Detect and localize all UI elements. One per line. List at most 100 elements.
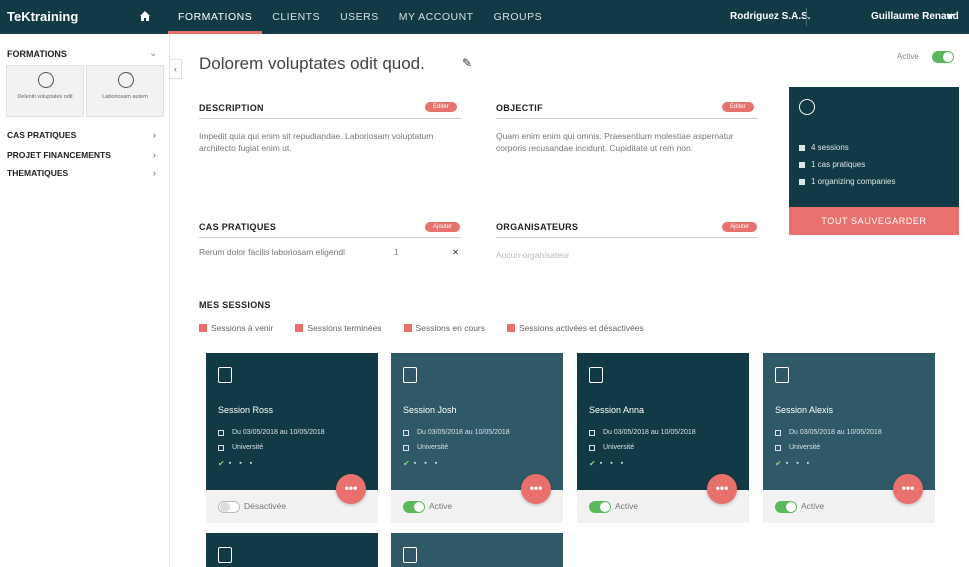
sidebar-tile-2[interactable]: Laboriosam autem <box>86 65 164 117</box>
home-icon[interactable] <box>138 9 152 23</box>
active-toggle[interactable] <box>932 51 954 63</box>
chevron-right-icon[interactable]: › <box>153 130 156 140</box>
brand-logo[interactable]: TeKtraining <box>7 9 78 24</box>
participant-icon: ▪ <box>599 460 603 467</box>
summary-row: 4 sessions <box>799 143 849 152</box>
participant-icon: ▪ <box>785 460 789 467</box>
participant-icon: ▪ <box>796 460 799 467</box>
remove-icon[interactable]: ✕ <box>452 246 459 258</box>
session-participants: ✔ ▪ ▪ ▪ <box>218 459 260 468</box>
nav-formations[interactable]: FORMATIONS <box>168 0 263 34</box>
location-icon <box>218 444 224 451</box>
sessions-heading: MES SESSIONS <box>199 300 271 310</box>
add-organisateur-button[interactable]: Ajouter <box>722 222 758 232</box>
chevron-right-icon[interactable]: › <box>153 168 156 178</box>
location-icon <box>775 444 781 451</box>
session-toggle[interactable] <box>775 501 797 513</box>
session-card[interactable]: Session Ross Du 03/05/2018 au 10/05/2018… <box>206 353 378 523</box>
session-title: Session Ross <box>218 405 274 415</box>
more-options-button[interactable]: ••• <box>336 474 366 504</box>
chevron-down-icon[interactable] <box>946 14 954 19</box>
checkbox-icon[interactable] <box>507 324 515 332</box>
sidebar-item-cas-pratiques[interactable]: CAS PRATIQUES <box>7 130 76 140</box>
session-card[interactable] <box>206 533 378 567</box>
check-icon: ✔ <box>403 459 410 468</box>
calendar-icon <box>799 144 805 151</box>
session-toggle[interactable] <box>589 501 611 513</box>
session-dates: Du 03/05/2018 au 10/05/2018 <box>403 429 510 436</box>
sidebar-item-thematiques[interactable]: THEMATIQUES <box>7 168 68 178</box>
session-card[interactable] <box>391 533 563 567</box>
chevron-down-icon[interactable]: ⌄ <box>149 48 157 59</box>
nav-my-account[interactable]: MY ACCOUNT <box>389 0 484 34</box>
checkbox-icon[interactable] <box>199 324 207 332</box>
session-card[interactable]: Session Josh Du 03/05/2018 au 10/05/2018… <box>391 353 563 523</box>
more-options-button[interactable]: ••• <box>893 474 923 504</box>
session-participants: ✔ ▪ ▪ ▪ <box>775 459 817 468</box>
calendar-icon <box>589 367 603 383</box>
participant-icon: ▪ <box>239 460 242 467</box>
session-card[interactable]: Session Anna Du 03/05/2018 au 10/05/2018… <box>577 353 749 523</box>
card-header: Session Anna Du 03/05/2018 au 10/05/2018… <box>577 353 749 490</box>
checkbox-icon[interactable] <box>403 324 412 332</box>
location-icon <box>589 444 595 451</box>
edit-description-button[interactable]: Éditer <box>425 102 457 112</box>
objectif-heading: OBJECTIF <box>496 103 543 113</box>
organisateurs-heading: ORGANISATEURS <box>496 222 579 232</box>
participant-icon: ▪ <box>610 460 613 467</box>
divider <box>199 118 461 119</box>
info-icon <box>38 72 54 88</box>
calendar-icon <box>403 547 417 563</box>
nav-clients[interactable]: CLIENTS <box>262 0 330 34</box>
status-label: Active <box>897 52 919 61</box>
tile-label: Deleniti voluptates odit <box>17 94 73 100</box>
session-place: Université <box>589 444 634 451</box>
check-icon: ✔ <box>589 459 596 468</box>
session-status: Active <box>429 501 453 511</box>
more-options-button[interactable]: ••• <box>521 474 551 504</box>
session-status: Active <box>615 501 639 511</box>
check-icon: ✔ <box>218 459 225 468</box>
participant-icon: ▪ <box>249 460 253 467</box>
more-options-button[interactable]: ••• <box>707 474 737 504</box>
edit-pencil-icon[interactable]: ✎ <box>462 56 472 70</box>
top-navbar: TeKtraining FORMATIONS CLIENTS USERS MY … <box>0 0 969 34</box>
sidebar: FORMATIONS ⌄ Deleniti voluptates odit La… <box>0 34 170 567</box>
summary-row: 1 organizing companies <box>799 177 896 186</box>
company-name[interactable]: Rodriguez S.A.S. <box>730 11 811 22</box>
edit-objectif-button[interactable]: Éditer <box>722 102 754 112</box>
session-title: Session Josh <box>403 405 457 415</box>
calendar-icon <box>589 429 595 436</box>
sidebar-tile-1[interactable]: Deleniti voluptates odit <box>6 65 84 117</box>
card-header: Session Ross Du 03/05/2018 au 10/05/2018… <box>206 353 378 490</box>
chevron-right-icon[interactable]: › <box>153 150 156 160</box>
add-cas-pratique-button[interactable]: Ajouter <box>425 222 461 232</box>
session-status: Active <box>801 501 825 511</box>
sidebar-item-projet-financements[interactable]: PROJET FINANCEMENTS <box>7 150 111 160</box>
session-toggle[interactable] <box>403 501 425 513</box>
participant-icon: ▪ <box>620 460 624 467</box>
cas-pratiques-heading: CAS PRATIQUES <box>199 222 277 232</box>
divider <box>199 237 461 238</box>
save-all-button[interactable]: TOUT SAUVEGARDER <box>789 207 959 235</box>
session-card[interactable]: Session Alexis Du 03/05/2018 au 10/05/20… <box>763 353 935 523</box>
description-text: Impedit quia qui enim sit repudiandae. L… <box>199 131 434 153</box>
session-filters: Sessions à venir Sessions terminées Sess… <box>199 323 666 333</box>
sidebar-heading[interactable]: FORMATIONS <box>7 49 67 59</box>
session-title: Session Alexis <box>775 405 834 415</box>
filter-ongoing[interactable]: Sessions en cours <box>403 323 485 333</box>
collapse-sidebar-button[interactable]: ‹ <box>170 59 182 79</box>
location-icon <box>403 444 409 451</box>
session-toggle[interactable] <box>218 501 240 513</box>
nav-users[interactable]: USERS <box>330 0 389 34</box>
session-participants: ✔ ▪ ▪ ▪ <box>589 459 631 468</box>
nav-groups[interactable]: GROUPS <box>484 0 553 34</box>
objectif-text: Quam enim enim qui omnis. Praesentium mo… <box>496 131 734 153</box>
filter-finished[interactable]: Sessions terminées <box>295 323 382 333</box>
filter-active-inactive[interactable]: Sessions activées et désactivées <box>507 323 644 333</box>
checkbox-icon[interactable] <box>295 324 304 332</box>
calendar-icon <box>775 367 789 383</box>
divider <box>496 237 758 238</box>
filter-upcoming[interactable]: Sessions à venir <box>199 323 273 333</box>
session-status: Désactivée <box>244 501 287 511</box>
